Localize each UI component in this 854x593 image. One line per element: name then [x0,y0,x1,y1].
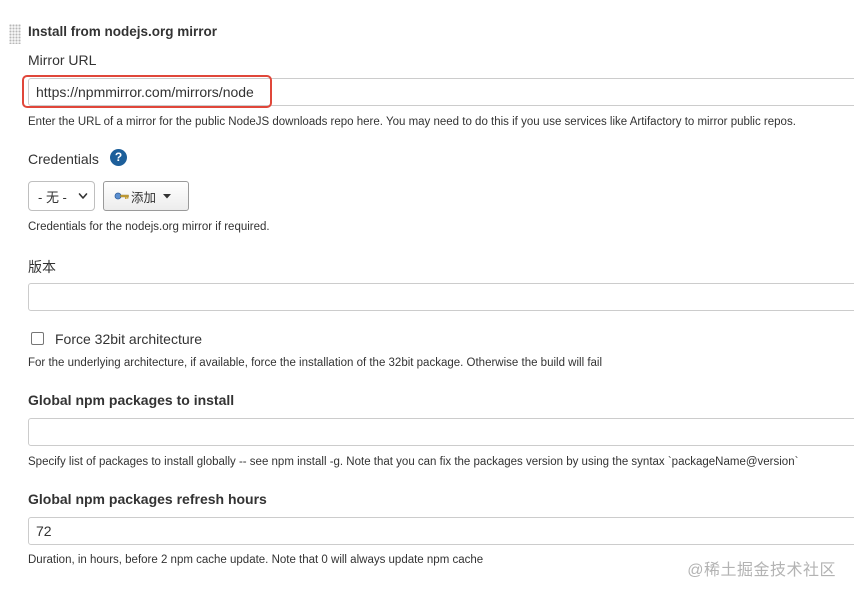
drag-handle[interactable] [9,24,21,44]
credentials-select-value: - 无 - [38,189,67,205]
version-label: 版本 [28,259,56,275]
version-input[interactable] [28,283,854,311]
chevron-down-icon [78,193,88,199]
mirror-url-input[interactable] [28,78,854,106]
npm-packages-input[interactable] [28,418,854,446]
credentials-select[interactable]: - 无 - [28,181,95,211]
help-icon[interactable]: ? [110,149,127,166]
refresh-hours-input[interactable] [28,517,854,545]
force32-label: Force 32bit architecture [55,331,203,347]
key-icon [114,192,129,200]
section-title: Install from nodejs.org mirror [28,24,218,39]
npm-packages-help: Specify list of packages to install glob… [28,456,799,468]
force32-checkbox[interactable] [31,332,44,345]
npm-packages-label: Global npm packages to install [28,392,235,408]
force32-help: For the underlying architecture, if avai… [28,357,603,369]
caret-down-icon [163,194,172,199]
watermark: @稀土掘金技术社区 [687,562,836,579]
mirror-url-help: Enter the URL of a mirror for the public… [28,116,796,128]
add-credentials-label: 添加 [131,190,157,205]
mirror-url-label: Mirror URL [28,52,97,68]
refresh-hours-help: Duration, in hours, before 2 npm cache u… [28,554,484,566]
credentials-help: Credentials for the nodejs.org mirror if… [28,221,270,233]
credentials-label: Credentials [28,151,99,167]
refresh-hours-label: Global npm packages refresh hours [28,491,267,507]
add-credentials-button[interactable]: 添加 [103,181,189,211]
